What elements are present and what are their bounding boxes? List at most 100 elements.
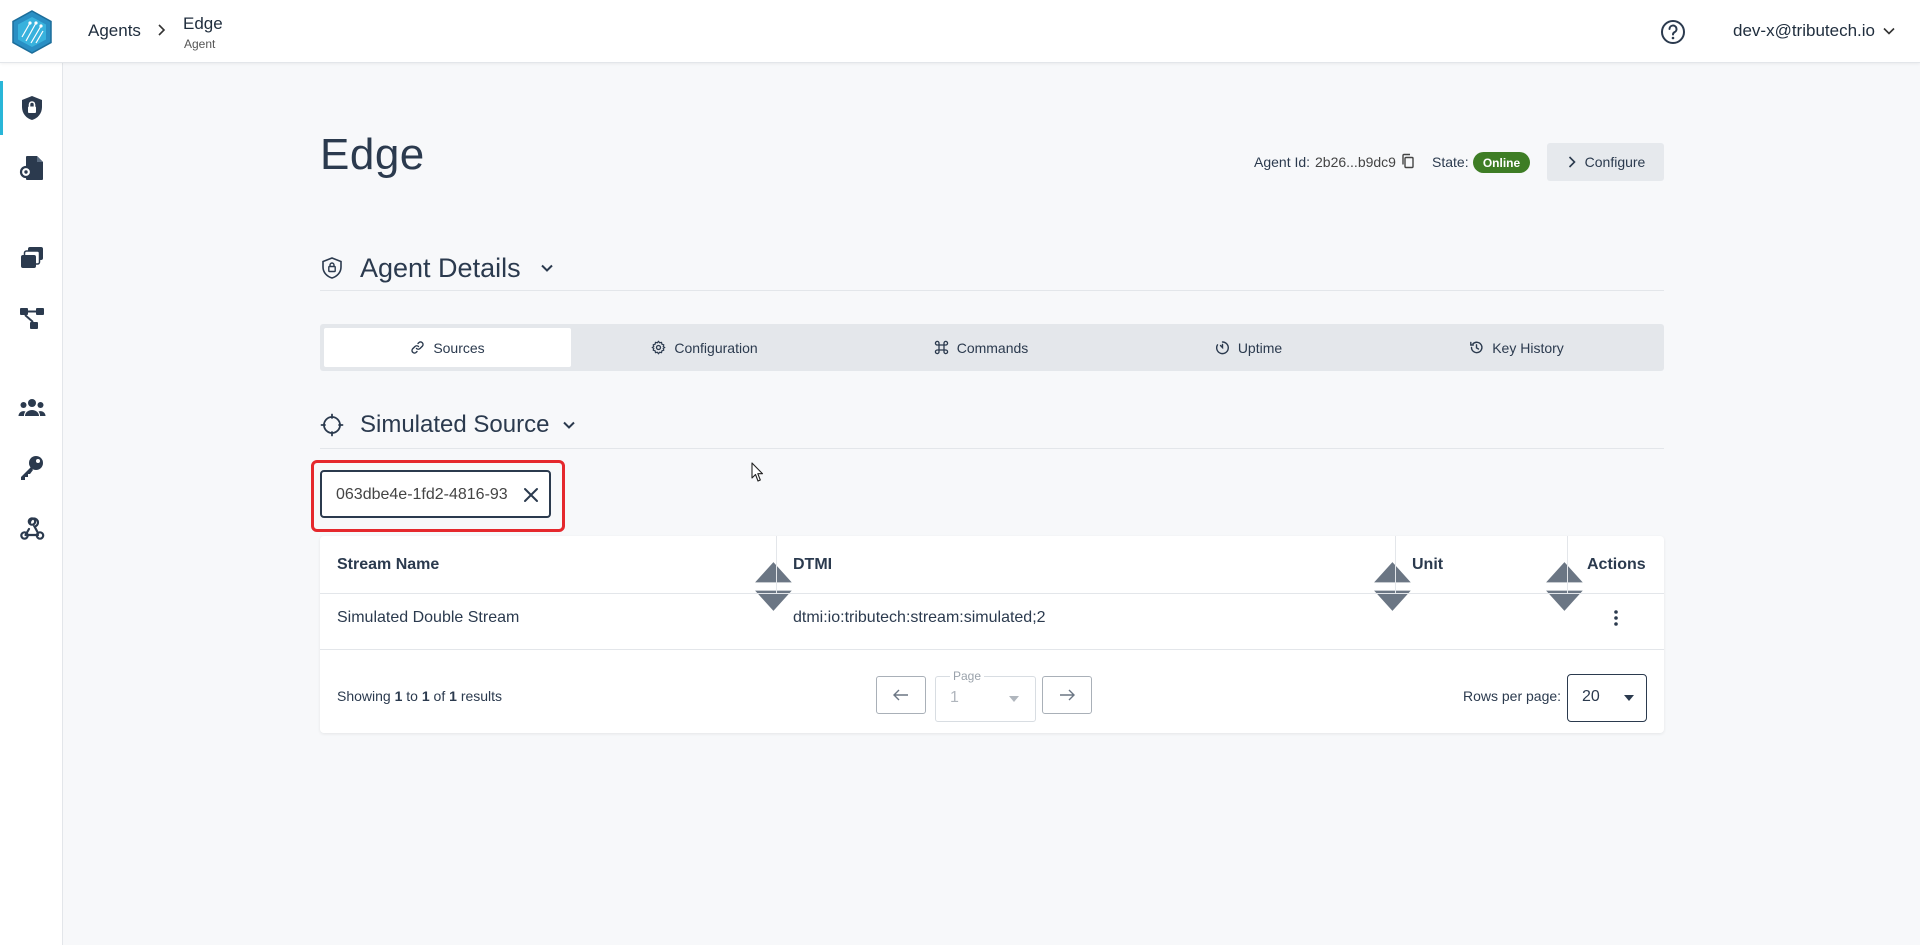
document-key-icon bbox=[19, 156, 43, 180]
tab-commands-label: Commands bbox=[956, 339, 1029, 356]
more-vertical-icon[interactable] bbox=[1608, 609, 1624, 627]
column-header-label: Unit bbox=[1412, 555, 1444, 573]
breadcrumb-current: Edge bbox=[183, 14, 223, 33]
sort-icon[interactable] bbox=[1368, 558, 1417, 615]
key-icon bbox=[20, 456, 43, 480]
summary-from: 1 bbox=[394, 688, 403, 704]
link-icon bbox=[411, 341, 424, 354]
sort-icon[interactable] bbox=[1540, 558, 1589, 615]
caret-down-icon bbox=[1624, 695, 1634, 701]
chevron-right-icon bbox=[1568, 156, 1576, 168]
timer-icon bbox=[1215, 341, 1229, 355]
gear-icon bbox=[651, 340, 666, 355]
column-header-stream-name[interactable]: Stream Name bbox=[337, 536, 439, 593]
chevron-down-icon[interactable] bbox=[1882, 24, 1896, 38]
summary-text: results bbox=[460, 688, 503, 704]
sidebar-item-webhooks[interactable] bbox=[0, 501, 63, 555]
page-select[interactable]: Page 1 bbox=[935, 669, 1036, 722]
filter-chip[interactable]: 063dbe4e-1fd2-4816-93 bbox=[320, 470, 551, 518]
tab-uptime[interactable]: Uptime bbox=[1124, 328, 1373, 367]
column-header-dtmi[interactable]: DTMI bbox=[793, 536, 832, 593]
sidebar bbox=[0, 63, 63, 945]
tab-configuration-label: Configuration bbox=[674, 339, 758, 356]
summary-text: to bbox=[406, 688, 418, 704]
breadcrumb-agents[interactable]: Agents bbox=[88, 21, 141, 41]
summary-text: Showing bbox=[337, 688, 391, 704]
arrow-left-icon bbox=[893, 689, 908, 701]
next-page-button[interactable] bbox=[1042, 676, 1092, 714]
tab-uptime-label: Uptime bbox=[1237, 339, 1283, 356]
caret-down-icon bbox=[1009, 696, 1019, 702]
cell-stream-name: Simulated Double Stream bbox=[337, 609, 520, 626]
source-title[interactable]: Simulated Source bbox=[360, 411, 549, 439]
close-icon[interactable] bbox=[521, 485, 541, 505]
top-bar: Agents Edge Agent dev-x@tributech.io bbox=[0, 0, 1920, 63]
filter-chip-text: 063dbe4e-1fd2-4816-93 bbox=[336, 486, 508, 503]
crosshair-icon bbox=[320, 413, 344, 437]
help-circle-icon[interactable] bbox=[1660, 19, 1686, 45]
row-divider bbox=[320, 649, 1664, 650]
copy-icon[interactable] bbox=[1400, 153, 1416, 169]
tab-key-history[interactable]: Key History bbox=[1373, 328, 1660, 367]
configure-button[interactable]: Configure bbox=[1547, 143, 1664, 181]
agent-id-value: 2b26...b9dc9 bbox=[1315, 154, 1396, 170]
rows-per-page-value: 20 bbox=[1582, 688, 1600, 705]
chevron-down-icon[interactable] bbox=[561, 417, 577, 433]
state-label: State: bbox=[1432, 154, 1469, 170]
tab-sources-label: Sources bbox=[433, 339, 485, 356]
row-divider bbox=[320, 593, 1664, 594]
column-header-label: Actions bbox=[1587, 555, 1646, 573]
rows-per-page-select[interactable]: 20 bbox=[1567, 674, 1647, 722]
column-divider bbox=[1395, 536, 1396, 593]
arrow-right-icon bbox=[1060, 689, 1075, 701]
sidebar-item-streams[interactable] bbox=[0, 231, 63, 285]
agent-details-title[interactable]: Agent Details bbox=[360, 253, 521, 284]
section-divider bbox=[320, 448, 1664, 449]
chevron-right-icon bbox=[158, 24, 166, 36]
summary-text: of bbox=[433, 688, 446, 704]
stack-icon bbox=[20, 247, 43, 268]
summary-to: 1 bbox=[421, 688, 430, 704]
page-select-value: 1 bbox=[950, 689, 959, 706]
command-icon bbox=[934, 340, 948, 355]
network-nodes-icon bbox=[19, 308, 44, 329]
user-menu[interactable]: dev-x@tributech.io bbox=[1733, 21, 1875, 41]
shield-lock-outline-icon bbox=[322, 257, 342, 279]
sidebar-item-keys[interactable] bbox=[0, 441, 63, 495]
column-divider bbox=[776, 536, 777, 593]
configure-button-label: Configure bbox=[1584, 154, 1646, 170]
column-divider bbox=[1567, 536, 1568, 593]
prev-page-button[interactable] bbox=[876, 676, 926, 714]
history-icon bbox=[1470, 341, 1483, 354]
tributech-logo-icon[interactable] bbox=[10, 9, 54, 55]
users-icon bbox=[18, 399, 45, 416]
column-header-unit[interactable]: Unit bbox=[1412, 536, 1443, 593]
chevron-down-icon[interactable] bbox=[539, 260, 555, 276]
column-header-label: Stream Name bbox=[337, 555, 440, 573]
sort-icon[interactable] bbox=[749, 558, 798, 615]
sidebar-item-agents[interactable] bbox=[0, 81, 63, 135]
cell-dtmi: dtmi:io:tributech:stream:simulated;2 bbox=[793, 609, 1046, 626]
status-badge: Online bbox=[1473, 152, 1530, 173]
mouse-cursor-icon bbox=[751, 462, 764, 482]
summary-total: 1 bbox=[449, 688, 457, 704]
webhook-icon bbox=[19, 517, 44, 540]
section-divider bbox=[320, 290, 1664, 291]
streams-table: Stream Name DTMI Unit Actions Simulated … bbox=[320, 536, 1664, 733]
tab-key-history-label: Key History bbox=[1492, 339, 1564, 356]
agent-id-label: Agent Id: bbox=[1254, 154, 1311, 170]
breadcrumb-subtitle: Agent bbox=[184, 37, 216, 51]
results-summary: Showing 1 to 1 of 1 results bbox=[337, 688, 502, 704]
page-title: Edge bbox=[320, 130, 425, 179]
sidebar-item-documents[interactable] bbox=[0, 141, 63, 195]
tab-commands[interactable]: Commands bbox=[838, 328, 1124, 367]
shield-lock-icon bbox=[21, 96, 42, 120]
sidebar-item-network[interactable] bbox=[0, 291, 63, 345]
sidebar-item-users[interactable] bbox=[0, 381, 63, 435]
column-header-label: DTMI bbox=[793, 555, 833, 573]
tab-sources[interactable]: Sources bbox=[324, 328, 571, 367]
tab-configuration[interactable]: Configuration bbox=[571, 328, 838, 367]
page-select-label: Page bbox=[950, 669, 985, 683]
column-header-actions: Actions bbox=[1587, 536, 1646, 593]
rows-per-page-label: Rows per page: bbox=[1463, 688, 1562, 704]
